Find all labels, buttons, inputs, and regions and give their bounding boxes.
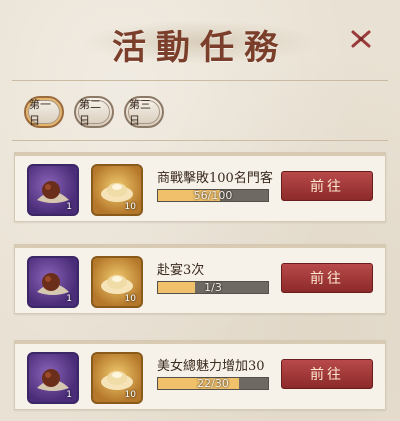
close-icon[interactable] bbox=[350, 28, 372, 50]
top-divider bbox=[12, 80, 388, 81]
tab-day-1-label: 第一日 bbox=[28, 98, 60, 127]
task-panel: 活動任務 第一日 第二日 第三日 1 10 商戰擊敗100名門客 56/100 … bbox=[0, 0, 400, 421]
task-card: 1 10 商戰擊敗100名門客 56/100 前往 bbox=[14, 152, 386, 222]
reward-count: 1 bbox=[66, 202, 72, 212]
progress-bar: 22/30 bbox=[157, 377, 269, 390]
progress-label: 22/30 bbox=[197, 377, 229, 390]
task-description: 赴宴3次 bbox=[157, 263, 205, 278]
tab-day-3[interactable]: 第三日 bbox=[124, 96, 164, 128]
progress-label: 1/3 bbox=[204, 281, 222, 294]
panel-title: 活動任務 bbox=[112, 28, 288, 68]
tabs-divider bbox=[12, 140, 388, 141]
go-button[interactable]: 前往 bbox=[281, 359, 373, 389]
task-description: 商戰擊敗100名門客 bbox=[157, 171, 273, 186]
reward-count: 1 bbox=[66, 390, 72, 400]
progress-label: 56/100 bbox=[193, 189, 233, 202]
tab-day-3-label: 第三日 bbox=[128, 98, 160, 127]
reward-item[interactable]: 1 bbox=[27, 352, 79, 404]
go-button[interactable]: 前往 bbox=[281, 171, 373, 201]
reward-count: 10 bbox=[124, 294, 136, 304]
progress-bar: 1/3 bbox=[157, 281, 269, 294]
reward-count: 10 bbox=[124, 390, 136, 400]
reward-item[interactable]: 1 bbox=[27, 164, 79, 216]
tab-day-2-label: 第二日 bbox=[78, 98, 110, 127]
task-description: 美女總魅力增加30 bbox=[157, 359, 265, 374]
reward-count: 10 bbox=[124, 202, 136, 212]
reward-item[interactable]: 10 bbox=[91, 352, 143, 404]
go-button[interactable]: 前往 bbox=[281, 263, 373, 293]
reward-item[interactable]: 10 bbox=[91, 256, 143, 308]
tab-day-1[interactable]: 第一日 bbox=[24, 96, 64, 128]
progress-bar: 56/100 bbox=[157, 189, 269, 202]
reward-item[interactable]: 10 bbox=[91, 164, 143, 216]
tab-day-2[interactable]: 第二日 bbox=[74, 96, 114, 128]
task-card: 1 10 美女總魅力增加30 22/30 前往 bbox=[14, 340, 386, 410]
reward-count: 1 bbox=[66, 294, 72, 304]
reward-item[interactable]: 1 bbox=[27, 256, 79, 308]
task-card: 1 10 赴宴3次 1/3 前往 bbox=[14, 244, 386, 314]
